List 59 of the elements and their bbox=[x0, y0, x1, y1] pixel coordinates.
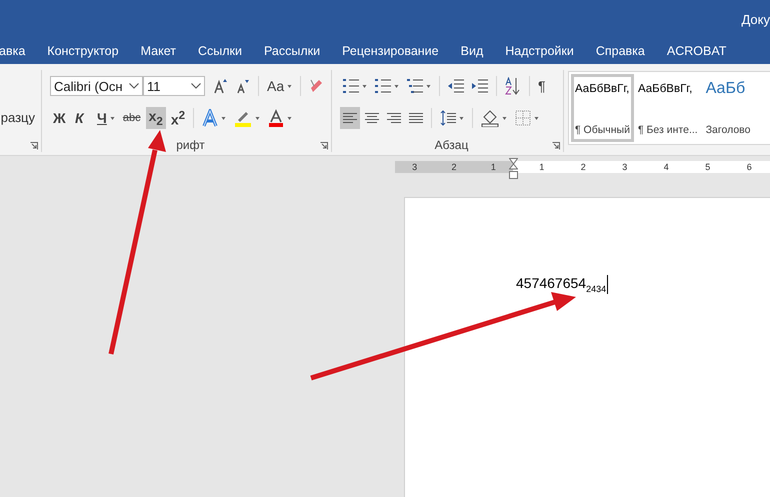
shrink-font-icon bbox=[236, 78, 250, 94]
group-label: рифт bbox=[176, 138, 205, 152]
chevron-icon bbox=[191, 83, 201, 89]
font-size-field[interactable]: 11 bbox=[143, 76, 205, 96]
paint-bucket-icon bbox=[481, 109, 499, 127]
format-button[interactable]: x$_{2}$ bbox=[146, 107, 166, 129]
align-right-icon bbox=[387, 112, 401, 124]
format-button[interactable]: Ч bbox=[94, 107, 118, 129]
document-page[interactable]: 457467654$_{2434}$ bbox=[404, 197, 770, 497]
format-button[interactable]: Ж bbox=[50, 107, 70, 129]
ribbon-tab[interactable]: ACROBAT bbox=[666, 41, 726, 61]
line-spacing-icon bbox=[440, 110, 456, 126]
outdent-icon bbox=[448, 79, 464, 93]
numbered-list-icon bbox=[375, 79, 391, 93]
format-button[interactable]: abc bbox=[120, 107, 144, 129]
format-button[interactable]: x$^{2}$ bbox=[168, 107, 188, 129]
align-left-icon bbox=[343, 112, 357, 124]
text-effects-icon bbox=[202, 109, 218, 127]
dialog-launcher-icon[interactable] bbox=[552, 142, 560, 150]
ruler-number: 3 bbox=[412, 162, 418, 172]
ruler-number: 3 bbox=[622, 162, 628, 172]
indent-marker-icon[interactable] bbox=[509, 158, 518, 179]
ribbon-tab[interactable]: Рассылки bbox=[264, 41, 320, 61]
justify-icon bbox=[409, 112, 423, 124]
toolbar-button[interactable] bbox=[340, 107, 360, 129]
format-painter-label[interactable]: разцу bbox=[0, 110, 35, 125]
ruler-number: 4 bbox=[664, 162, 669, 172]
ribbon-tab[interactable]: Макет bbox=[140, 41, 176, 61]
window-title: Доку bbox=[741, 12, 770, 26]
style-item[interactable]: АаБбВвГг, ¶ Обычный bbox=[571, 74, 634, 142]
format-button[interactable]: Aa bbox=[264, 75, 296, 97]
dialog-launcher-icon[interactable] bbox=[30, 142, 38, 150]
ribbon-tab[interactable]: Надстройки bbox=[505, 41, 574, 61]
sort-icon bbox=[505, 77, 521, 95]
ruler-number: 2 bbox=[580, 162, 586, 172]
indent-icon bbox=[472, 79, 488, 93]
ruler-number: 1 bbox=[490, 162, 496, 172]
bullet-list-icon bbox=[343, 79, 359, 93]
dialog-launcher-icon[interactable] bbox=[320, 142, 328, 150]
font-name-field[interactable]: Calibri (Осн bbox=[50, 76, 143, 96]
align-center-icon bbox=[365, 112, 379, 124]
ribbon-tab[interactable]: Конструктор bbox=[47, 41, 119, 61]
ruler-number: 1 bbox=[539, 162, 544, 172]
format-button[interactable]: ¶ bbox=[535, 75, 555, 97]
format-button[interactable]: К bbox=[72, 107, 92, 129]
highlighter-icon bbox=[234, 109, 252, 127]
font-color-icon bbox=[268, 109, 284, 127]
ruler-number: 6 bbox=[746, 162, 752, 172]
ribbon-tab[interactable]: Рецензирование bbox=[342, 41, 439, 61]
borders-icon bbox=[515, 110, 531, 126]
group-label: Абзац bbox=[434, 138, 468, 152]
ruler-number: 5 bbox=[705, 162, 710, 172]
chevron-icon bbox=[129, 83, 139, 89]
grow-font-icon bbox=[214, 78, 228, 94]
ribbon-tab[interactable]: Вид bbox=[460, 41, 484, 61]
ribbon-tab[interactable]: Ссылки bbox=[198, 41, 242, 61]
ribbon-tab[interactable]: Справка bbox=[596, 41, 645, 61]
multilevel-list-icon bbox=[407, 79, 423, 93]
ruler-number: 2 bbox=[451, 162, 456, 172]
